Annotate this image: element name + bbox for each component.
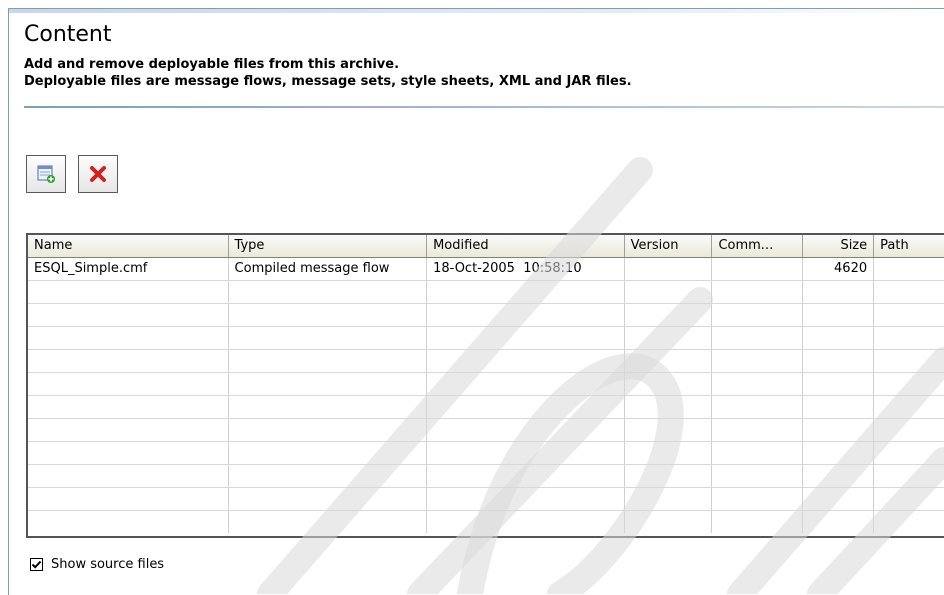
column-header-name[interactable]: Name [28,235,229,257]
cell-modified: 18-Oct-2005 10:58:10 [427,258,625,280]
table-header: Name Type Modified Version Comm... Size … [28,235,944,258]
cell-type: Compiled message flow [229,258,428,280]
files-table[interactable]: Name Type Modified Version Comm... Size … [26,233,944,538]
add-file-icon [37,165,55,183]
empty-row [28,396,944,419]
column-header-type[interactable]: Type [229,235,428,257]
cell-comment [712,258,804,280]
show-source-files-option[interactable]: Show source files [30,557,164,572]
delete-x-icon [90,166,106,182]
empty-row [28,350,944,373]
empty-row [28,511,944,533]
empty-row [28,281,944,304]
checkmark-icon [31,560,42,569]
empty-row [28,488,944,511]
empty-row [28,442,944,465]
section-title: Content [24,22,112,47]
section-description: Add and remove deployable files from thi… [24,56,632,90]
section-separator [24,106,944,108]
column-header-version[interactable]: Version [625,235,713,257]
add-file-button[interactable] [26,155,66,193]
show-source-files-checkbox[interactable] [30,558,43,571]
cell-path [874,258,944,280]
empty-row [28,327,944,350]
description-line-1: Add and remove deployable files from thi… [24,57,400,72]
column-header-modified[interactable]: Modified [427,235,625,257]
description-line-2: Deployable files are message flows, mess… [24,74,632,89]
empty-row [28,419,944,442]
table-row[interactable]: ESQL_Simple.cmf Compiled message flow 18… [28,258,944,281]
empty-row [28,373,944,396]
cell-name: ESQL_Simple.cmf [28,258,229,280]
empty-row [28,304,944,327]
show-source-files-label: Show source files [51,557,165,572]
cell-version [625,258,713,280]
cell-size: 4620 [803,258,875,280]
remove-file-button[interactable] [78,155,118,193]
empty-row [28,465,944,488]
panel-accent-bar [9,9,944,13]
column-header-size[interactable]: Size [803,235,875,257]
column-header-path[interactable]: Path [874,235,944,257]
column-header-comment[interactable]: Comm... [712,235,804,257]
